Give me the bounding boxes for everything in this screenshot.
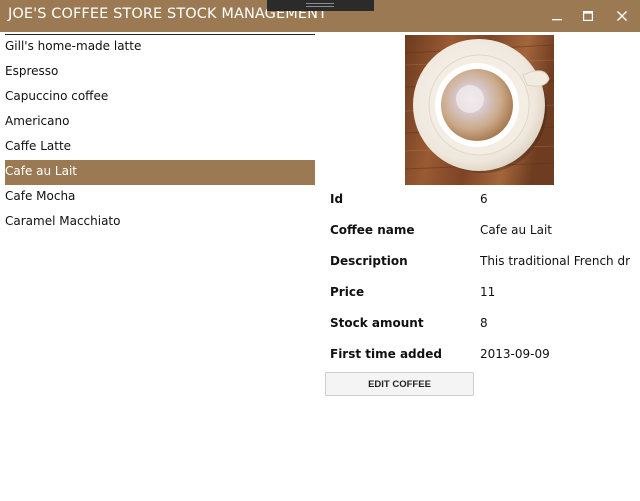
list-item-selected[interactable]: Cafe au Lait	[5, 160, 315, 185]
price-label: Price	[330, 285, 365, 299]
description-label: Description	[330, 254, 408, 268]
coffee-name-value: Cafe au Lait	[480, 223, 553, 237]
app-window: JOE'S COFFEE STORE STOCK MANAGEMENT Gill…	[0, 0, 640, 501]
list-item[interactable]: Capuccino coffee	[5, 85, 315, 110]
close-button[interactable]	[605, 0, 639, 32]
first-added-value: 2013-09-09	[480, 347, 550, 361]
coffee-list[interactable]: Gill's home-made latte Espresso Capuccin…	[5, 35, 315, 235]
stock-amount-value: 8	[480, 316, 488, 330]
grip-icon	[306, 3, 334, 7]
coffee-image	[405, 35, 554, 185]
maximize-button[interactable]	[571, 0, 605, 32]
list-item[interactable]: Caramel Macchiato	[5, 210, 315, 235]
close-icon	[617, 11, 627, 21]
minimize-icon	[552, 19, 562, 21]
list-item[interactable]: Espresso	[5, 60, 315, 85]
price-value: 11	[480, 285, 496, 299]
list-item[interactable]: Gill's home-made latte	[5, 35, 315, 60]
edit-coffee-button[interactable]: EDIT COFFEE	[325, 372, 474, 396]
id-label: Id	[330, 192, 344, 206]
coffee-name-label: Coffee name	[330, 223, 415, 237]
list-item[interactable]: Americano	[5, 110, 315, 135]
description-value: This traditional French drink	[480, 254, 630, 268]
stock-amount-label: Stock amount	[330, 316, 424, 330]
list-item[interactable]: Cafe Mocha	[5, 185, 315, 210]
list-item[interactable]: Caffe Latte	[5, 135, 315, 160]
maximize-icon	[583, 11, 593, 21]
first-added-label: First time added	[330, 347, 442, 361]
minimize-button[interactable]	[540, 0, 574, 32]
id-value: 6	[480, 192, 488, 206]
